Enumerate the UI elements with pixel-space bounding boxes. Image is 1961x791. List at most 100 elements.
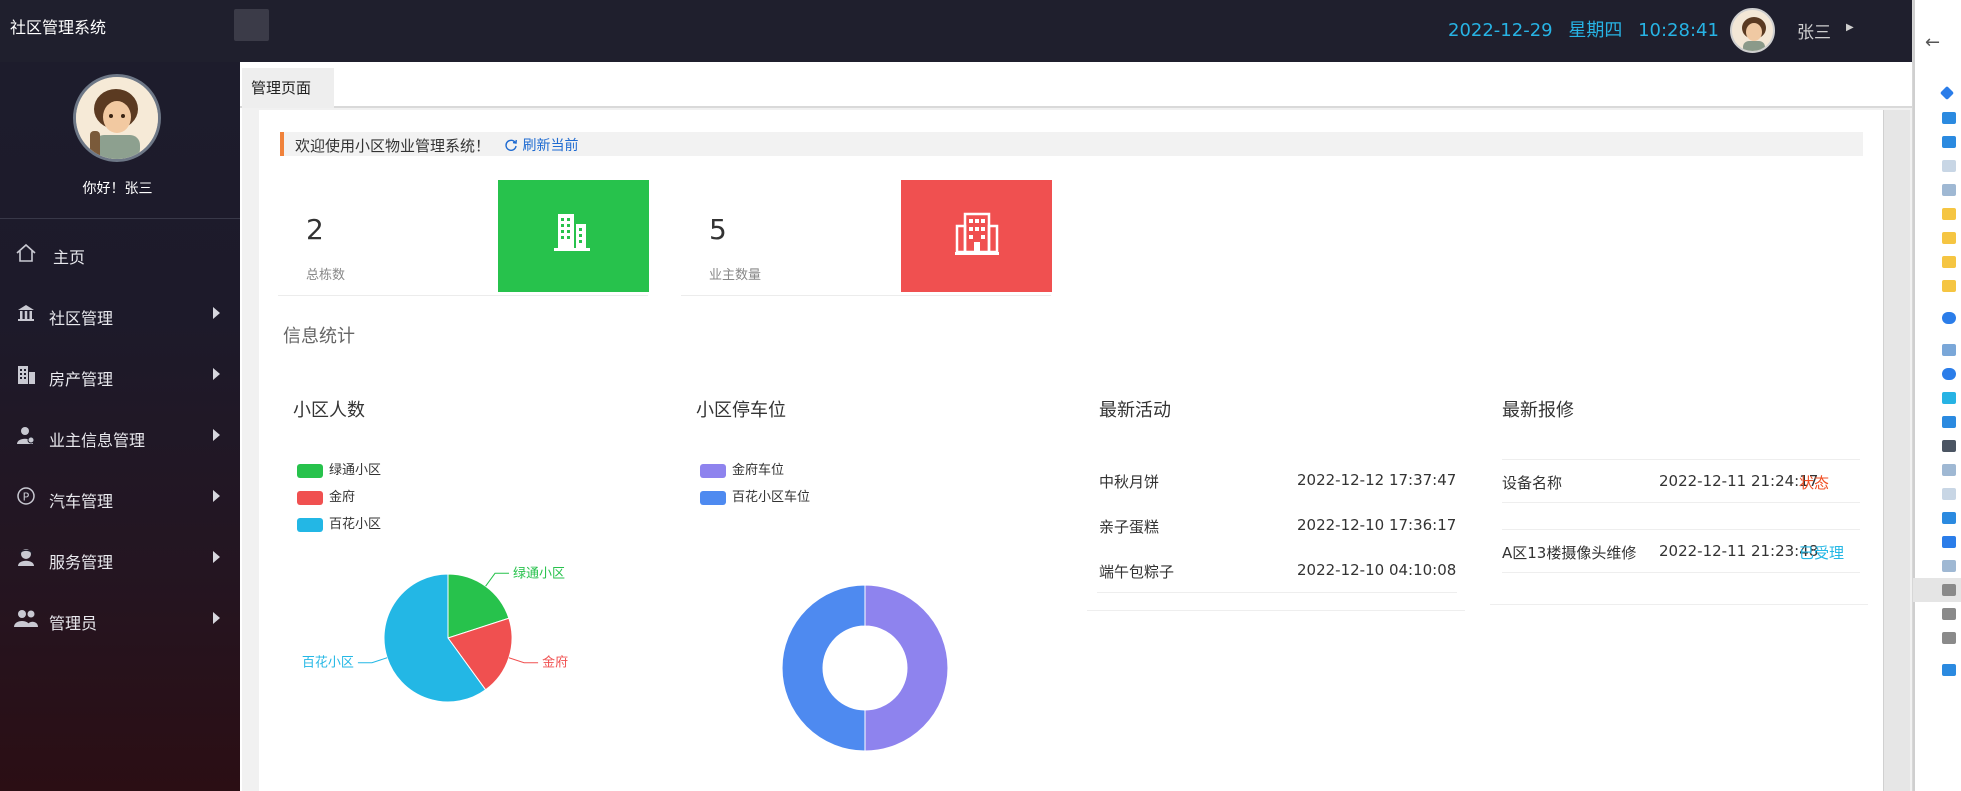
time-text: 10:28:41: [1638, 20, 1719, 41]
list-item[interactable]: 中秋月饼 2022-12-12 17:37:47: [1097, 459, 1457, 503]
sidebar-item-label: 房产管理: [49, 370, 114, 389]
legend-item[interactable]: 金府车位: [700, 459, 785, 478]
menu-toggle-button[interactable]: [234, 9, 269, 41]
pie-label-1: 金府: [542, 655, 568, 671]
sidebar-item-admin[interactable]: 管理员: [0, 600, 240, 640]
tab-management-page[interactable]: 管理页面: [242, 68, 334, 108]
picture-icon[interactable]: [1942, 464, 1956, 476]
avatar[interactable]: [1730, 8, 1775, 53]
legend-label: 金府: [329, 490, 356, 505]
cloud-icon[interactable]: [1942, 368, 1956, 380]
content-scrollbar[interactable]: [1883, 110, 1910, 791]
pie-slice-0[interactable]: [864, 584, 949, 752]
refresh-link[interactable]: 刷新当前: [504, 135, 578, 155]
drive-icon[interactable]: [1942, 632, 1956, 644]
sidebar-item-community[interactable]: 社区管理: [0, 295, 240, 335]
parking-icon: P: [14, 486, 38, 510]
cloud-icon[interactable]: [1942, 312, 1956, 324]
pie-label-0: 绿通小区: [513, 566, 565, 581]
legend-label: 百花小区: [329, 517, 382, 532]
list-item[interactable]: 端午包粽子 2022-12-10 04:10:08: [1097, 549, 1457, 593]
admin-users-icon: [14, 608, 38, 632]
folder-icon[interactable]: [1942, 208, 1956, 220]
drive-icon[interactable]: [1942, 584, 1956, 596]
caret-right-icon: [213, 307, 220, 319]
stat-tile-red: [901, 180, 1052, 292]
legend-item[interactable]: 百花小区车位: [700, 486, 810, 505]
folder-icon[interactable]: [1942, 280, 1956, 292]
svg-text:P: P: [23, 491, 30, 504]
music-icon[interactable]: [1942, 536, 1956, 548]
legend-item[interactable]: 绿通小区: [297, 459, 382, 478]
caret-right-icon: [213, 368, 220, 380]
drive-icon[interactable]: [1942, 560, 1956, 572]
computer-icon[interactable]: [1942, 344, 1956, 356]
sidebar-item-label: 服务管理: [49, 553, 114, 572]
sidebar-item-property[interactable]: 房产管理: [0, 356, 240, 396]
activity-time: 2022-12-10 04:10:08: [1297, 561, 1457, 579]
stat-value: 2: [306, 213, 324, 246]
welcome-bar: 欢迎使用小区物业管理系统！ 刷新当前: [280, 132, 1863, 156]
sidebar-item-cars[interactable]: P 汽车管理: [0, 478, 240, 518]
user-menu[interactable]: 张三: [1797, 18, 1831, 43]
caret-right-icon[interactable]: ▶: [1846, 22, 1854, 33]
explorer-scrollbar[interactable]: [1913, 0, 1915, 791]
sidebar-item-label: 社区管理: [49, 309, 114, 328]
picture-icon[interactable]: [1942, 184, 1956, 196]
activity-name: 中秋月饼: [1099, 473, 1160, 491]
legend-label: 金府车位: [732, 463, 785, 478]
sidebar-avatar: [73, 74, 161, 162]
datetime-display: 2022-12-29 星期四 10:28:41: [1448, 16, 1729, 42]
residents-pie-chart: 绿通小区金府 百花小区: [302, 566, 568, 703]
legend-swatch: [297, 490, 323, 505]
legend-swatch: [700, 463, 726, 478]
sidebar-item-label: 管理员: [49, 614, 98, 633]
folder-icon[interactable]: [1942, 256, 1956, 268]
table-row[interactable]: A区13楼摄像头维修 2022-12-11 21:23:48 已受理: [1502, 529, 1860, 573]
caret-right-icon: [213, 551, 220, 563]
activity-name: 端午包粽子: [1099, 563, 1175, 581]
sidebar-item-home[interactable]: 主页: [0, 234, 240, 274]
sidebar-item-owners[interactable]: 业主信息管理: [0, 417, 240, 457]
sidebar-divider: [0, 218, 240, 219]
caret-right-icon: [213, 429, 220, 441]
file-explorer-pane: ←: [1912, 0, 1961, 791]
3d-objects-icon[interactable]: [1942, 392, 1956, 404]
pie-label-line-1: [508, 657, 539, 664]
list-item[interactable]: 亲子蛋糕 2022-12-10 17:36:17: [1097, 504, 1457, 548]
legend-swatch: [700, 490, 726, 505]
document-icon[interactable]: [1942, 160, 1956, 172]
legend-item[interactable]: 金府: [297, 486, 356, 505]
avatar-image: [76, 77, 158, 159]
service-icon: [14, 547, 38, 571]
sidebar-item-label: 业主信息管理: [49, 431, 146, 450]
activity-time: 2022-12-10 17:36:17: [1297, 516, 1457, 534]
legend-swatch: [297, 463, 323, 478]
refresh-label: 刷新当前: [522, 138, 579, 154]
network-icon[interactable]: [1942, 664, 1956, 676]
sidebar-item-services[interactable]: 服务管理: [0, 539, 240, 579]
back-arrow-icon[interactable]: ←: [1925, 32, 1940, 53]
legend-label: 绿通小区: [329, 463, 382, 478]
drive-icon[interactable]: [1942, 608, 1956, 620]
pie-label-2: 百花小区: [302, 655, 354, 671]
legend-item[interactable]: 百花小区: [297, 513, 382, 532]
desktop-icon[interactable]: [1942, 416, 1956, 428]
user-icon: [14, 425, 38, 449]
bank-icon: [14, 303, 38, 327]
section-title: 信息统计: [283, 326, 355, 347]
video-icon[interactable]: [1942, 440, 1956, 452]
refresh-icon: [505, 139, 517, 151]
star-icon[interactable]: [1939, 85, 1955, 101]
folder-icon[interactable]: [1942, 232, 1956, 244]
top-bar: 社区管理系统 2022-12-29 星期四 10:28:41 张三 ▶: [0, 0, 1912, 62]
document-icon[interactable]: [1942, 488, 1956, 500]
download-icon[interactable]: [1942, 512, 1956, 524]
weekday-text: 星期四: [1568, 20, 1623, 41]
panel-title: 小区人数: [293, 400, 365, 421]
app-title: 社区管理系统: [10, 18, 107, 37]
download-icon[interactable]: [1942, 136, 1956, 148]
desktop-icon[interactable]: [1942, 112, 1956, 124]
stat-tile-green: [498, 180, 649, 292]
pie-slice-1[interactable]: [781, 584, 866, 752]
